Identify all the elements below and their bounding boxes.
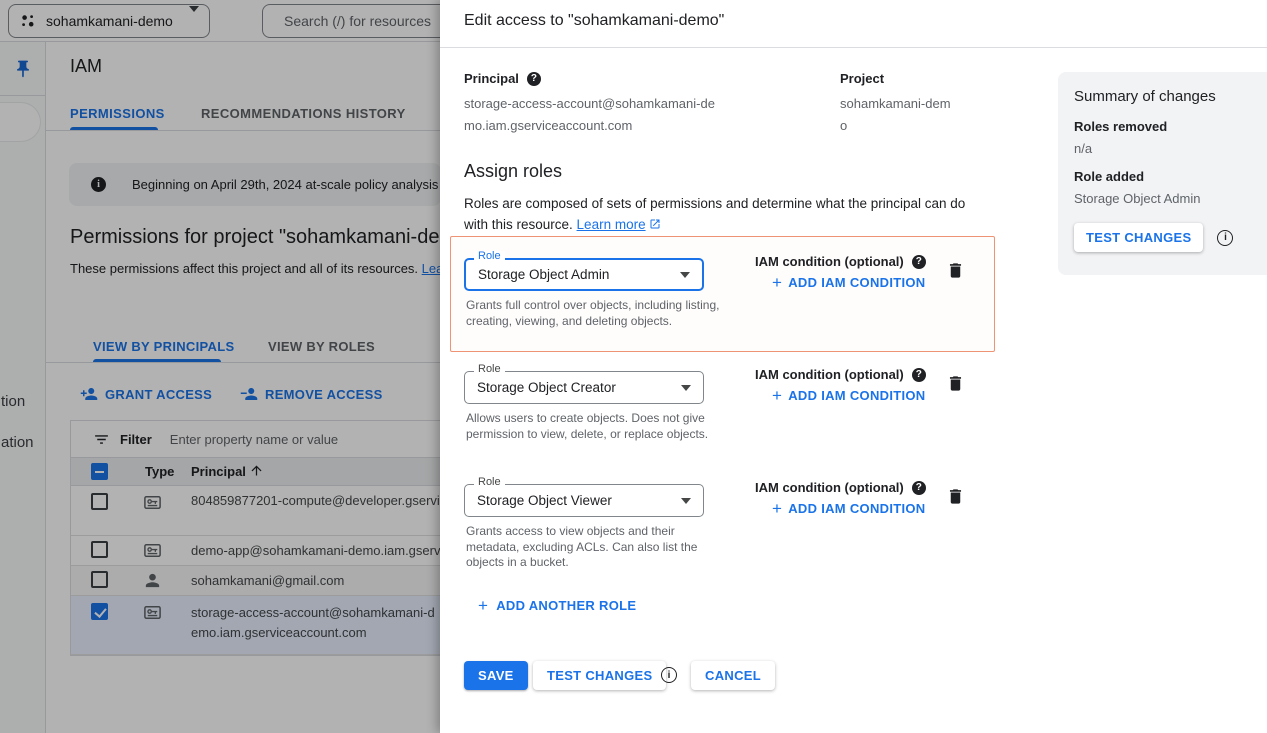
plus-icon: + (772, 502, 782, 516)
roles-removed-label: Roles removed (1074, 119, 1251, 134)
delete-role-button[interactable] (946, 261, 965, 280)
plus-icon: + (772, 389, 782, 403)
cancel-button[interactable]: CANCEL (691, 661, 775, 690)
add-iam-condition-button[interactable]: + ADD IAM CONDITION (772, 388, 926, 403)
role-dropdown-value: Storage Object Viewer (477, 493, 681, 508)
roles-removed-value: n/a (1074, 141, 1251, 156)
role-dropdown[interactable]: Storage Object Admin (464, 258, 704, 291)
delete-role-button[interactable] (946, 487, 965, 506)
role-dropdown[interactable]: Storage Object Creator (464, 371, 704, 404)
add-iam-condition-label: ADD IAM CONDITION (788, 501, 925, 516)
add-iam-condition-button[interactable]: + ADD IAM CONDITION (772, 275, 926, 290)
summary-test-changes-button[interactable]: TEST CHANGES (1074, 223, 1203, 252)
divider (440, 47, 1267, 48)
iam-page-background: sohamkamani-demo tion ation IAM PERMISSI… (0, 0, 440, 733)
role-description: Grants access to view objects and their … (466, 524, 720, 571)
principal-value: storage-access-account@sohamkamani-demo.… (464, 93, 716, 137)
project-field-label: Project (840, 71, 884, 86)
principal-label-text: Principal (464, 71, 519, 86)
role-field-label: Role (474, 477, 505, 488)
external-link-icon (649, 218, 661, 230)
info-icon[interactable] (1217, 230, 1233, 246)
dropdown-arrow-icon (681, 498, 691, 504)
assign-roles-heading: Assign roles (464, 161, 562, 182)
role-field-label: Role (474, 251, 505, 262)
role-added-label: Role added (1074, 169, 1251, 184)
role-row: Storage Object Admin Role Grants full co… (440, 247, 1000, 360)
plus-icon: + (772, 276, 782, 290)
role-dropdown-value: Storage Object Creator (477, 380, 681, 395)
summary-of-changes-card: Summary of changes Roles removed n/a Rol… (1058, 72, 1267, 275)
dialog-title: Edit access to "sohamkamani-demo" (464, 12, 724, 30)
dropdown-arrow-icon (681, 385, 691, 391)
project-label-text: Project (840, 71, 884, 86)
role-added-value: Storage Object Admin (1074, 191, 1251, 206)
gcp-iam-screen: sohamkamani-demo tion ation IAM PERMISSI… (0, 0, 1267, 733)
role-description: Allows users to create objects. Does not… (466, 411, 720, 442)
iam-condition-label: IAM condition (optional) (755, 254, 926, 269)
role-dropdown-value: Storage Object Admin (478, 267, 680, 282)
help-icon[interactable] (912, 368, 926, 382)
role-row: Storage Object Creator Role Allows users… (440, 360, 1000, 473)
principal-field-label: Principal (464, 71, 541, 86)
role-description: Grants full control over objects, includ… (466, 298, 720, 329)
add-iam-condition-label: ADD IAM CONDITION (788, 388, 925, 403)
add-iam-condition-button[interactable]: + ADD IAM CONDITION (772, 501, 926, 516)
add-iam-condition-label: ADD IAM CONDITION (788, 275, 925, 290)
delete-role-button[interactable] (946, 374, 965, 393)
iam-condition-label: IAM condition (optional) (755, 480, 926, 495)
learn-more-link[interactable]: Learn more (577, 217, 646, 232)
edit-access-dialog: Edit access to "sohamkamani-demo" Princi… (440, 0, 1267, 733)
modal-scrim[interactable] (0, 0, 440, 733)
assign-roles-description: Roles are composed of sets of permission… (464, 193, 972, 235)
save-button[interactable]: SAVE (464, 661, 528, 690)
help-icon[interactable] (912, 481, 926, 495)
role-field-label: Role (474, 364, 505, 375)
role-dropdown[interactable]: Storage Object Viewer (464, 484, 704, 517)
role-row: Storage Object Viewer Role Grants access… (440, 473, 1000, 586)
iam-condition-label-text: IAM condition (optional) (755, 254, 904, 269)
iam-condition-label-text: IAM condition (optional) (755, 480, 904, 495)
add-another-role-label: ADD ANOTHER ROLE (496, 598, 636, 613)
iam-condition-label: IAM condition (optional) (755, 367, 926, 382)
project-value: sohamkamani-demo (840, 93, 952, 137)
assign-roles-description-text: Roles are composed of sets of permission… (464, 196, 965, 232)
summary-heading: Summary of changes (1074, 88, 1251, 105)
help-icon[interactable] (912, 255, 926, 269)
test-changes-button[interactable]: TEST CHANGES (533, 661, 666, 690)
plus-icon: + (478, 599, 488, 613)
info-icon[interactable] (661, 667, 677, 683)
help-icon[interactable] (527, 72, 541, 86)
add-another-role-button[interactable]: + ADD ANOTHER ROLE (478, 598, 636, 613)
iam-condition-label-text: IAM condition (optional) (755, 367, 904, 382)
dropdown-arrow-icon (680, 272, 690, 278)
